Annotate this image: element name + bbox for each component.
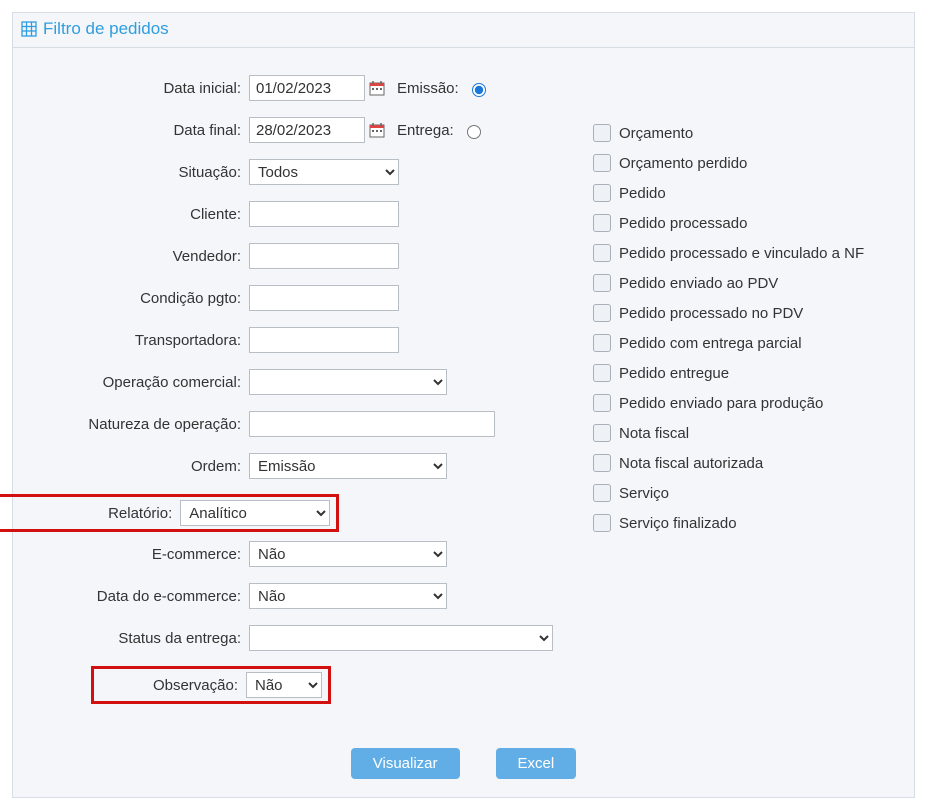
checkbox-pedido-processado-pdv[interactable]: [593, 304, 611, 322]
checkbox-label: Nota fiscal autorizada: [619, 455, 763, 472]
checkbox-pedido-processado[interactable]: [593, 214, 611, 232]
relatorio-select[interactable]: Analítico: [180, 500, 330, 526]
checkbox-label: Pedido entregue: [619, 365, 729, 382]
natureza-operacao-input[interactable]: [249, 411, 495, 437]
checkbox-pedido-enviado-pdv[interactable]: [593, 274, 611, 292]
natureza-operacao-label: Natureza de operação:: [33, 416, 249, 433]
excel-button[interactable]: Excel: [496, 748, 577, 779]
vendedor-input[interactable]: [249, 243, 399, 269]
data-ecommerce-select[interactable]: Não: [249, 583, 447, 609]
ecommerce-select[interactable]: Não: [249, 541, 447, 567]
left-column: Data inicial: Emissão:: [33, 74, 553, 712]
entrega-label: Entrega:: [397, 122, 454, 139]
entrega-radio[interactable]: [467, 125, 481, 139]
calendar-icon[interactable]: [369, 80, 385, 96]
panel-header: Filtro de pedidos: [13, 13, 914, 48]
checkbox-pedido-processado-nf[interactable]: [593, 244, 611, 262]
emissao-radio[interactable]: [472, 83, 486, 97]
data-inicial-label: Data inicial:: [33, 80, 249, 97]
checkbox-label: Pedido: [619, 185, 666, 202]
relatorio-highlight: Relatório: Analítico: [0, 494, 339, 532]
status-entrega-select[interactable]: [249, 625, 553, 651]
ordem-select[interactable]: Emissão: [249, 453, 447, 479]
transportadora-label: Transportadora:: [33, 332, 249, 349]
panel-body: Data inicial: Emissão:: [13, 48, 914, 732]
cliente-input[interactable]: [249, 201, 399, 227]
checkbox-label: Serviço finalizado: [619, 515, 737, 532]
calendar-icon[interactable]: [369, 122, 385, 138]
button-row: Visualizar Excel: [13, 732, 914, 797]
checkbox-label: Pedido enviado para produção: [619, 395, 823, 412]
observacao-select[interactable]: Não: [246, 672, 322, 698]
grid-icon: [21, 21, 37, 37]
condicao-pgto-label: Condição pgto:: [33, 290, 249, 307]
condicao-pgto-input[interactable]: [249, 285, 399, 311]
observacao-highlight: Observação: Não: [91, 666, 331, 704]
checkbox-label: Pedido enviado ao PDV: [619, 275, 778, 292]
checkbox-pedido-entregue[interactable]: [593, 364, 611, 382]
filter-panel: Filtro de pedidos Data inicial: Emiss: [12, 12, 915, 798]
status-entrega-label: Status da entrega:: [33, 630, 249, 647]
checkbox-label: Orçamento: [619, 125, 693, 142]
checkbox-nf-autorizada[interactable]: [593, 454, 611, 472]
checkbox-label: Pedido processado e vinculado a NF: [619, 245, 864, 262]
checkbox-orcamento-perdido[interactable]: [593, 154, 611, 172]
panel-title: Filtro de pedidos: [43, 19, 169, 39]
operacao-comercial-label: Operação comercial:: [33, 374, 249, 391]
checkbox-label: Pedido processado: [619, 215, 747, 232]
relatorio-label: Relatório:: [0, 505, 180, 522]
observacao-label: Observação:: [94, 677, 246, 694]
checkbox-orcamento[interactable]: [593, 124, 611, 142]
visualizar-button[interactable]: Visualizar: [351, 748, 460, 779]
checkbox-pedido[interactable]: [593, 184, 611, 202]
operacao-comercial-select[interactable]: [249, 369, 447, 395]
ecommerce-label: E-commerce:: [33, 546, 249, 563]
checkbox-label: Nota fiscal: [619, 425, 689, 442]
checkbox-label: Serviço: [619, 485, 669, 502]
checkbox-pedido-producao[interactable]: [593, 394, 611, 412]
data-final-input[interactable]: [249, 117, 365, 143]
transportadora-input[interactable]: [249, 327, 399, 353]
checkbox-label: Orçamento perdido: [619, 155, 747, 172]
cliente-label: Cliente:: [33, 206, 249, 223]
situacao-label: Situação:: [33, 164, 249, 181]
checkbox-label: Pedido processado no PDV: [619, 305, 803, 322]
status-checklist: Orçamento Orçamento perdido Pedido Pedid…: [593, 124, 894, 532]
situacao-select[interactable]: Todos: [249, 159, 399, 185]
checkbox-servico-finalizado[interactable]: [593, 514, 611, 532]
checkbox-nota-fiscal[interactable]: [593, 424, 611, 442]
checkbox-label: Pedido com entrega parcial: [619, 335, 802, 352]
right-column: Orçamento Orçamento perdido Pedido Pedid…: [593, 74, 894, 712]
ordem-label: Ordem:: [33, 458, 249, 475]
checkbox-entrega-parcial[interactable]: [593, 334, 611, 352]
checkbox-servico[interactable]: [593, 484, 611, 502]
data-final-label: Data final:: [33, 122, 249, 139]
data-inicial-input[interactable]: [249, 75, 365, 101]
vendedor-label: Vendedor:: [33, 248, 249, 265]
data-ecommerce-label: Data do e-commerce:: [33, 588, 249, 605]
emissao-label: Emissão:: [397, 80, 459, 97]
